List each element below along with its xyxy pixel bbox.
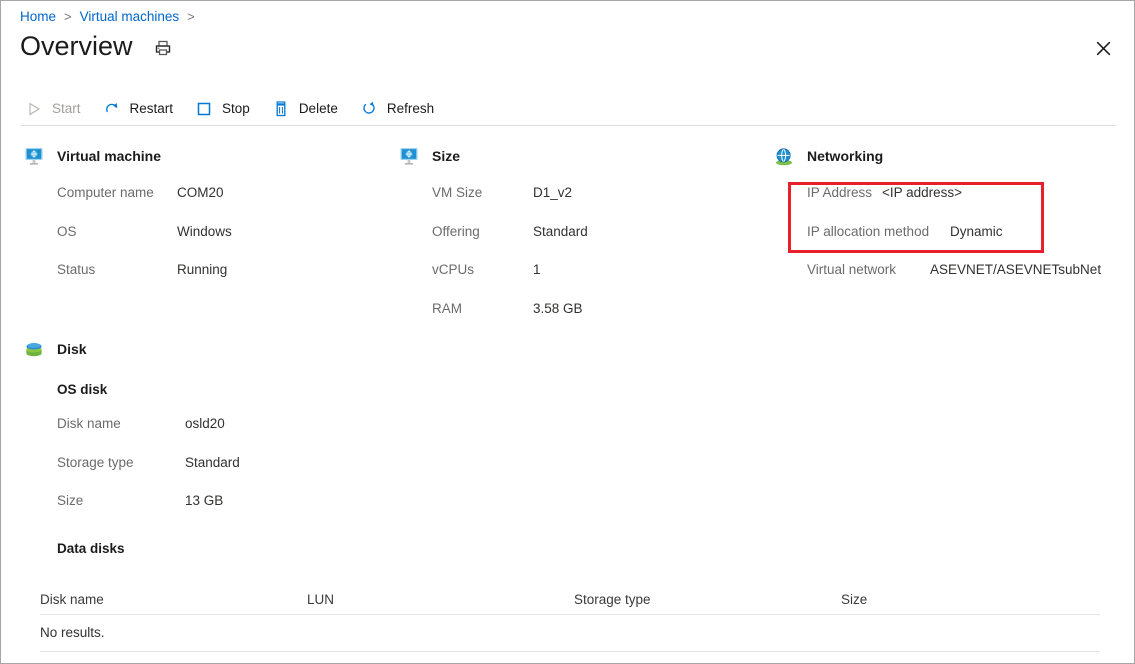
start-button-label: Start xyxy=(52,100,81,118)
detail-label: Size xyxy=(57,492,185,510)
refresh-icon xyxy=(360,100,378,118)
detail-label: VM Size xyxy=(432,184,533,202)
detail-label: Computer name xyxy=(57,184,177,202)
page-title: Overview xyxy=(20,29,133,63)
detail-row-disk-name: Disk name osld20 xyxy=(57,415,423,454)
table-empty-message: No results. xyxy=(40,624,105,642)
page-header: Overview xyxy=(20,29,174,63)
detail-label: Storage type xyxy=(57,454,185,472)
delete-button-label: Delete xyxy=(299,100,338,118)
detail-label: Disk name xyxy=(57,415,185,433)
refresh-button[interactable]: Refresh xyxy=(360,96,434,122)
detail-row-os: OS Windows xyxy=(57,223,373,262)
size-details: VM Size D1_v2 Offering Standard vCPUs 1 … xyxy=(432,184,748,338)
delete-button[interactable]: Delete xyxy=(272,96,338,122)
detail-value: Windows xyxy=(177,223,232,241)
detail-value: ASEVNET/ASEVNETsubNet xyxy=(930,261,1101,279)
section-size-header: Size xyxy=(398,145,748,167)
detail-row-storage-type: Storage type Standard xyxy=(57,454,423,493)
detail-row-status: Status Running xyxy=(57,261,373,300)
printer-icon[interactable] xyxy=(152,37,174,59)
detail-label: IP allocation method xyxy=(807,223,950,241)
stop-icon xyxy=(195,100,213,118)
restart-icon xyxy=(103,100,121,118)
detail-row-computer-name: Computer name COM20 xyxy=(57,184,373,223)
detail-value: Standard xyxy=(533,223,588,241)
data-disks-heading: Data disks xyxy=(57,540,423,558)
detail-row-vcpus: vCPUs 1 xyxy=(432,261,748,300)
stop-button[interactable]: Stop xyxy=(195,96,250,122)
os-disk-heading: OS disk xyxy=(57,381,423,399)
close-icon[interactable] xyxy=(1090,35,1116,61)
detail-label: vCPUs xyxy=(432,261,533,279)
database-disk-icon xyxy=(23,339,45,359)
restart-button-label: Restart xyxy=(130,100,174,118)
column-header-disk-name[interactable]: Disk name xyxy=(40,591,307,609)
start-button[interactable]: Start xyxy=(25,96,81,122)
command-bar-divider xyxy=(21,125,1116,126)
breadcrumb-item-home[interactable]: Home xyxy=(20,8,56,26)
section-networking-title: Networking xyxy=(807,146,883,166)
column-header-lun[interactable]: LUN xyxy=(307,591,574,609)
section-virtual-machine-header: Virtual machine xyxy=(23,145,373,167)
detail-row-vm-size: VM Size D1_v2 xyxy=(432,184,748,223)
section-networking-header: Networking xyxy=(773,145,1123,167)
vm-monitor-icon xyxy=(398,146,420,166)
restart-button[interactable]: Restart xyxy=(103,96,174,122)
detail-row-offering: Offering Standard xyxy=(432,223,748,262)
breadcrumb-separator-icon: > xyxy=(187,8,195,26)
detail-value: 1 xyxy=(533,261,541,279)
refresh-button-label: Refresh xyxy=(387,100,434,118)
detail-label: OS xyxy=(57,223,177,241)
column-header-size[interactable]: Size xyxy=(841,591,1041,609)
table-empty-row: No results. xyxy=(40,615,1100,652)
breadcrumb: Home > Virtual machines > xyxy=(20,8,203,26)
virtual-machine-details: Computer name COM20 OS Windows Status Ru… xyxy=(57,184,373,300)
detail-row-size: Size 13 GB xyxy=(57,492,423,531)
detail-value: 13 GB xyxy=(185,492,223,510)
detail-label: RAM xyxy=(432,300,533,318)
networking-details: IP Address <IP address> IP allocation me… xyxy=(807,184,1123,300)
column-header-storage-type[interactable]: Storage type xyxy=(574,591,841,609)
detail-row-ip-address: IP Address <IP address> xyxy=(807,184,1123,223)
data-disks-table: Disk name LUN Storage type Size No resul… xyxy=(40,586,1100,652)
breadcrumb-separator-icon: > xyxy=(64,8,72,26)
section-disk-header: Disk xyxy=(23,338,423,360)
detail-row-ip-allocation-method: IP allocation method Dynamic xyxy=(807,223,1123,262)
detail-label: Offering xyxy=(432,223,533,241)
detail-label: IP Address xyxy=(807,184,882,202)
detail-value: Standard xyxy=(185,454,240,472)
os-disk-details: Disk name osld20 Storage type Standard S… xyxy=(57,415,423,531)
detail-value: <IP address> xyxy=(882,184,962,202)
section-virtual-machine: Virtual machine Computer name COM20 OS W… xyxy=(23,145,373,300)
vm-overview-page: Home > Virtual machines > Overview xyxy=(0,0,1135,664)
detail-label: Status xyxy=(57,261,177,279)
breadcrumb-item-virtual-machines[interactable]: Virtual machines xyxy=(80,8,180,26)
detail-value: 3.58 GB xyxy=(533,300,583,318)
play-icon xyxy=(25,100,43,118)
detail-value: osld20 xyxy=(185,415,225,433)
detail-value: D1_v2 xyxy=(533,184,572,202)
section-virtual-machine-title: Virtual machine xyxy=(57,146,161,166)
detail-row-ram: RAM 3.58 GB xyxy=(432,300,748,339)
detail-value: Dynamic xyxy=(950,223,1003,241)
globe-network-icon xyxy=(773,146,795,166)
section-disk: Disk OS disk Disk name osld20 Storage ty… xyxy=(23,338,423,558)
os-disk-block: OS disk Disk name osld20 Storage type St… xyxy=(57,381,423,558)
command-bar: Start Restart Stop xyxy=(25,96,456,122)
section-networking: Networking IP Address <IP address> IP al… xyxy=(773,145,1123,300)
vm-monitor-icon xyxy=(23,146,45,166)
section-size: Size VM Size D1_v2 Offering Standard vCP… xyxy=(398,145,748,338)
section-disk-title: Disk xyxy=(57,339,87,359)
detail-row-virtual-network: Virtual network ASEVNET/ASEVNETsubNet xyxy=(807,261,1123,300)
section-size-title: Size xyxy=(432,146,460,166)
detail-value: Running xyxy=(177,261,227,279)
detail-value: COM20 xyxy=(177,184,224,202)
detail-label: Virtual network xyxy=(807,261,930,279)
stop-button-label: Stop xyxy=(222,100,250,118)
trash-icon xyxy=(272,100,290,118)
table-header-row: Disk name LUN Storage type Size xyxy=(40,586,1100,615)
